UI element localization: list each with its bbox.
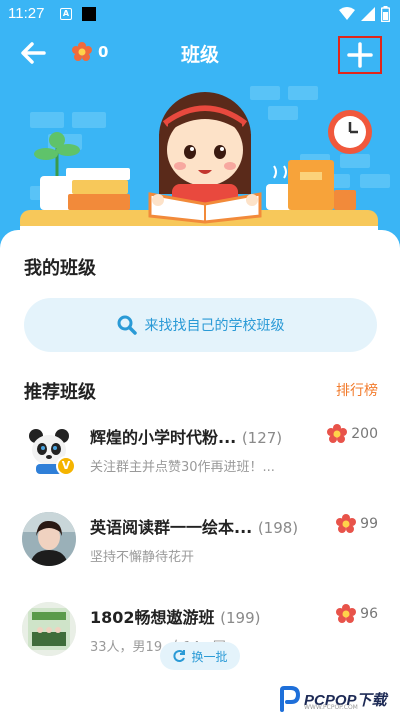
avatar [22, 602, 76, 656]
list-item[interactable]: 英语阅读群一一绘本... (198) 坚持不懈静待花开 99 [0, 508, 400, 594]
class-name-text: 辉煌的小学时代粉... [90, 428, 237, 447]
main-card: 我的班级 来找找自己的学校班级 推荐班级 排行榜 V 辉煌的小学时代粉... (… [0, 230, 400, 720]
refresh-icon [173, 650, 186, 662]
watermark-subtext: WWW.PCPOP.COM [304, 704, 358, 711]
flower-icon [336, 514, 357, 533]
class-name-text: 英语阅读群一一绘本... [90, 518, 253, 537]
find-school-class-button[interactable]: 来找找自己的学校班级 [24, 298, 377, 352]
class-description: 坚持不懈静待花开 [90, 550, 195, 565]
notification-square-icon [82, 7, 96, 21]
class-name-text: 1802畅想遨游班 [90, 608, 215, 627]
flower-score: 200 [327, 424, 378, 444]
flower-score: 96 [336, 604, 378, 624]
refresh-label: 换一批 [191, 649, 228, 664]
status-time: 11:27 [8, 5, 45, 22]
notification-a-icon: A [60, 8, 72, 20]
flower-icon [327, 424, 348, 443]
class-name: 辉煌的小学时代粉... (127) [90, 424, 282, 448]
class-name: 1802畅想遨游班 (199) [90, 604, 260, 628]
class-photo-avatar-image [22, 602, 76, 656]
status-bar: 11:27 A [0, 0, 400, 28]
member-count: (198) [257, 519, 299, 537]
status-icons [339, 6, 390, 22]
search-icon [117, 315, 137, 335]
member-count: (127) [241, 429, 283, 447]
score-value: 99 [360, 516, 378, 532]
score-value: 200 [351, 426, 378, 442]
signal-icon [361, 7, 375, 21]
class-description: 关注群主并点赞30作再进班！... [90, 460, 275, 475]
pcpop-logo-icon [280, 686, 300, 712]
list-item[interactable]: V 辉煌的小学时代粉... (127) 关注群主并点赞30作再进班！... 20… [0, 418, 400, 504]
add-class-button[interactable] [338, 36, 382, 74]
score-value: 96 [360, 606, 378, 622]
flower-icon [336, 604, 357, 623]
person-avatar-image [22, 512, 76, 566]
plus-icon [347, 42, 373, 68]
nav-bar: 0 班级 [0, 30, 400, 76]
avatar [22, 512, 76, 566]
wifi-icon [339, 7, 355, 20]
list-item[interactable]: 1802畅想遨游班 (199) 33人，男19, 女14。团... 96 [0, 598, 400, 684]
battery-icon [381, 6, 390, 22]
flower-score: 99 [336, 514, 378, 534]
leaderboard-link[interactable]: 排行榜 [336, 380, 378, 400]
class-name: 英语阅读群一一绘本... (198) [90, 514, 298, 538]
verified-badge: V [56, 456, 76, 476]
recommend-heading: 推荐班级 [24, 382, 96, 403]
member-count: (199) [220, 609, 261, 627]
search-label: 来找找自己的学校班级 [144, 318, 285, 334]
refresh-batch-button[interactable]: 换一批 [160, 642, 240, 670]
watermark: PCPOP下载 WWW.PCPOP.COM [278, 686, 387, 712]
my-class-heading: 我的班级 [24, 258, 96, 279]
